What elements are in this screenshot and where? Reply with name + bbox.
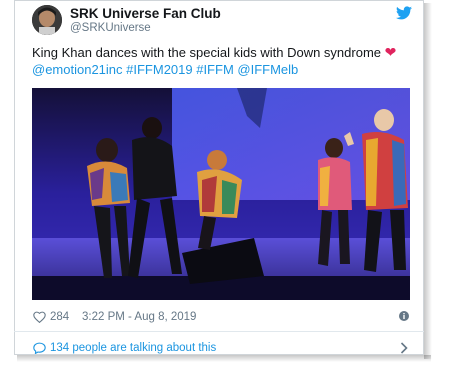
- card-shadow-bottom: [17, 355, 431, 362]
- conversation-link[interactable]: 134 people are talking about this: [32, 340, 410, 356]
- video-media[interactable]: [32, 88, 410, 300]
- timestamp[interactable]: 3:22 PM - Aug 8, 2019: [82, 311, 196, 323]
- talking-count-label[interactable]: 134 people are talking about this: [50, 342, 216, 354]
- tweet-text-main: King Khan dances with the special kids w…: [32, 45, 382, 60]
- tweet-meta: 284 3:22 PM - Aug 8, 2019: [32, 310, 410, 326]
- red-heart-emoji: ❤: [384, 44, 397, 60]
- card-shadow-right: [424, 3, 432, 359]
- info-icon[interactable]: [399, 311, 409, 321]
- twitter-bird-icon[interactable]: [396, 6, 412, 20]
- handle[interactable]: @SRKUniverse: [70, 22, 151, 34]
- display-name[interactable]: SRK Universe Fan Club: [70, 6, 221, 21]
- avatar[interactable]: [32, 5, 62, 35]
- divider: [14, 331, 424, 332]
- speech-bubble-icon: [33, 342, 46, 354]
- chevron-right-icon[interactable]: [400, 342, 408, 354]
- tweet-hashtags[interactable]: @emotion21inc #IFFM2019 #IFFM @IFFMelb: [32, 62, 298, 77]
- heart-icon[interactable]: [33, 311, 46, 323]
- likes-count[interactable]: 284: [50, 311, 69, 323]
- tweet-text: King Khan dances with the special kids w…: [32, 44, 417, 78]
